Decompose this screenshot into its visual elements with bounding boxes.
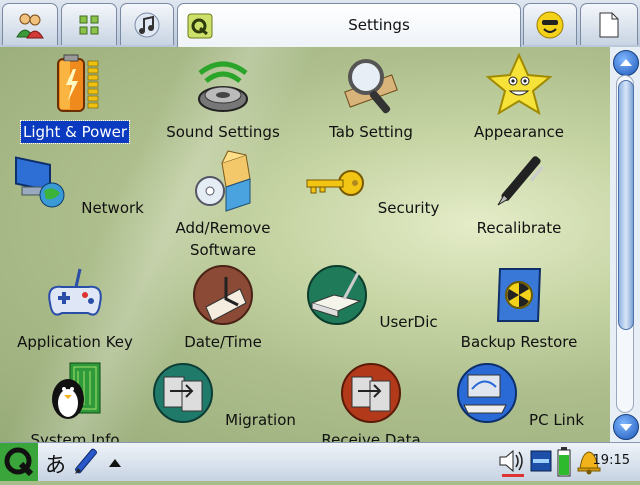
penguin-icon: [52, 362, 101, 419]
app-label: System Info: [30, 431, 120, 442]
taskbar: あ 19:15: [0, 442, 640, 481]
app-label: Light & Power: [19, 120, 131, 144]
settings-tab[interactable]: Settings: [177, 3, 521, 48]
app-recalibrate[interactable]: Recalibrate: [444, 149, 594, 239]
multimedia-tab[interactable]: [120, 3, 174, 45]
smiley-icon: [536, 11, 564, 38]
scroll-up-button[interactable]: [613, 50, 639, 76]
app-appearance[interactable]: Appearance: [444, 52, 594, 143]
migration-icon: [153, 363, 214, 423]
settings-icon: [187, 13, 213, 39]
battery-icon: [57, 54, 99, 112]
battery-status-icon: [557, 447, 571, 477]
vertical-scrollbar[interactable]: [610, 47, 640, 442]
book-icon: [307, 265, 368, 325]
pen-icon: [497, 156, 544, 206]
scroll-down-button[interactable]: [613, 414, 639, 440]
documents-tab[interactable]: [580, 3, 638, 45]
app-label: Recalibrate: [476, 219, 562, 237]
document-icon: [599, 12, 619, 37]
magnifier-icon: [344, 59, 398, 114]
input-method-indicator[interactable]: あ: [45, 449, 66, 479]
app-label: Date/Time: [184, 333, 262, 351]
games-tab[interactable]: [523, 3, 577, 45]
music-note-icon: [134, 12, 160, 37]
app-label: PC Link: [529, 411, 585, 429]
backup-icon: [496, 268, 542, 322]
settings-grid: Light & Power Sound Settings Tab Setting…: [0, 47, 610, 442]
app-security[interactable]: Security: [296, 149, 446, 219]
package-icon: [195, 150, 251, 212]
applications-tab[interactable]: [61, 3, 117, 45]
app-label: Add/Remove Software: [175, 219, 271, 259]
page-title: Settings: [348, 16, 410, 34]
scroll-thumb[interactable]: [618, 80, 634, 330]
app-light-power[interactable]: Light & Power: [0, 53, 150, 144]
app-label: Appearance: [473, 123, 565, 141]
network-icon: [15, 156, 65, 208]
app-application-key[interactable]: Application Key: [0, 263, 150, 353]
app-label: Backup Restore: [460, 333, 578, 351]
speaker-icon: [198, 61, 248, 112]
app-label: Receive Data: [321, 431, 421, 442]
app-migration[interactable]: Migration: [148, 361, 298, 431]
app-pc-link[interactable]: PC Link: [444, 361, 594, 431]
app-label: Sound Settings: [166, 123, 280, 141]
clock-icon: [193, 265, 253, 325]
start-menu-button[interactable]: [0, 443, 38, 481]
app-label: Application Key: [17, 333, 133, 351]
arrow-down-icon: [620, 424, 632, 431]
receive-icon: [341, 363, 401, 423]
storage-card-icon[interactable]: [530, 447, 552, 475]
triangle-up-icon[interactable]: [108, 457, 122, 469]
scroll-track[interactable]: [616, 75, 634, 413]
key-icon: [306, 170, 364, 196]
pen-input-icon[interactable]: [72, 447, 100, 477]
app-label: UserDic: [379, 313, 438, 331]
grid-icon: [79, 15, 99, 34]
app-tab-setting[interactable]: Tab Setting: [296, 53, 446, 143]
users-tab[interactable]: [2, 3, 58, 45]
app-network[interactable]: Network: [0, 149, 150, 219]
qtopia-logo-icon: [0, 443, 38, 481]
arrow-up-icon: [620, 59, 632, 66]
app-date-time[interactable]: Date/Time: [148, 263, 298, 353]
app-userdic[interactable]: UserDic: [296, 263, 446, 333]
app-add-remove-software[interactable]: Add/Remove Software: [148, 149, 298, 261]
clock-display[interactable]: 19:15: [593, 453, 630, 468]
pc-link-icon: [456, 363, 517, 423]
users-icon: [16, 13, 44, 38]
app-backup-restore[interactable]: Backup Restore: [444, 263, 594, 353]
tab-bar: Settings: [0, 0, 640, 48]
app-system-info[interactable]: System Info: [0, 361, 150, 442]
gamepad-icon: [48, 268, 102, 316]
star-icon: [485, 52, 553, 116]
app-label: Security: [377, 199, 440, 217]
volume-icon[interactable]: [498, 447, 526, 477]
app-label: Tab Setting: [329, 123, 413, 141]
app-sound-settings[interactable]: Sound Settings: [148, 53, 298, 143]
app-label: Migration: [225, 411, 296, 429]
app-label: Network: [81, 199, 144, 217]
app-receive-data[interactable]: Receive Data: [296, 361, 446, 442]
